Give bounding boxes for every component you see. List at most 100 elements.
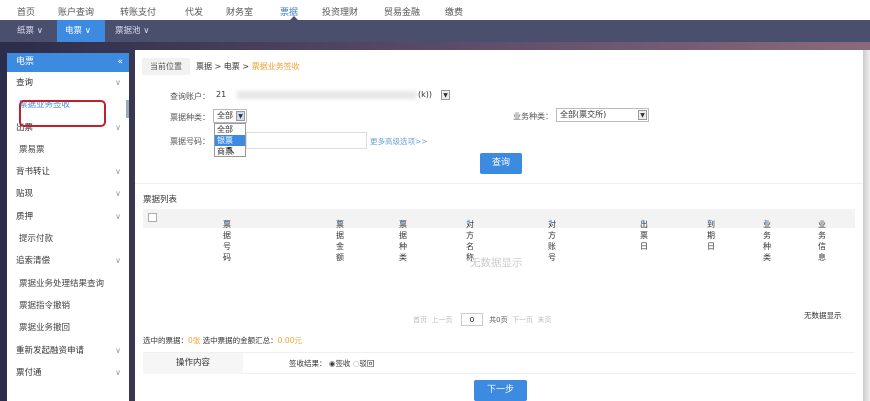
redacted-account <box>237 91 417 99</box>
breadcrumb-current: 票据业务签收 <box>251 62 300 71</box>
sidebar-item[interactable]: 质押 ∨ <box>7 206 129 228</box>
chevron-down-icon: ∨ <box>115 345 121 355</box>
biz-type-value: 全部(票交所) <box>560 110 607 119</box>
reject-label: 驳回 <box>359 359 375 368</box>
sort-icon[interactable]: ⇕ <box>223 219 228 226</box>
sidebar-title: 电票 <box>16 57 35 67</box>
bill-type-label: 票据种类： <box>170 113 210 122</box>
sort-icon[interactable]: ⇕ <box>548 219 553 226</box>
accept-label: 签收 <box>335 359 351 368</box>
account-select[interactable]: 21 (k)) ▼ <box>212 88 452 102</box>
sort-icon[interactable]: ⇕ <box>640 219 645 226</box>
nav-investment[interactable]: 投资理财 <box>322 5 358 18</box>
breadcrumb: 当前位置 票据 > 电票 > 票据业务签收 <box>142 58 300 75</box>
subnav-e-bill[interactable]: 电票 ∨ <box>57 20 105 42</box>
nav-home[interactable]: 首页 <box>17 5 35 18</box>
page-scrollbar[interactable] <box>863 50 870 401</box>
amount-label: 选中票据的金额汇总： <box>202 336 278 345</box>
nav-transfer[interactable]: 转账支付 <box>120 5 156 18</box>
subnav-bill-pool[interactable]: 票据池 ∨ <box>107 20 157 42</box>
query-button[interactable]: 查询 <box>480 153 522 174</box>
sidebar-item[interactable]: 重新发起融资申请 ∨ <box>7 340 129 362</box>
selected-label: 选中的票据： <box>143 336 188 345</box>
biz-type-select[interactable]: 全部(票交所) ▼ <box>556 108 649 122</box>
operation-title: 操作内容 <box>143 353 243 374</box>
bill-type-value: 全部 <box>217 111 233 120</box>
sidebar-item[interactable]: 票付通 ∨ <box>7 362 129 384</box>
list-title: 票据列表 <box>143 195 178 205</box>
chevron-down-icon: ▼ <box>638 110 647 120</box>
selected-count: 0张 <box>188 336 201 345</box>
sidebar-item[interactable]: 追索清偿 ∨ <box>7 250 129 272</box>
nav-account-query[interactable]: 账户查询 <box>58 5 94 18</box>
sidebar-item-label: 提示付款 <box>19 234 54 245</box>
sidebar-item-label: 贴现 <box>16 189 34 200</box>
bill-no-label: 票据号码： <box>170 137 210 146</box>
operation-row: 操作内容 签收结果： ◉签收 ○驳回 <box>143 352 855 374</box>
last-page-link[interactable]: 末页 <box>538 316 552 324</box>
sidebar-item[interactable]: 票易票 <box>7 139 129 161</box>
nav-finance[interactable]: 财务室 <box>226 5 253 18</box>
nav-payroll[interactable]: 代发 <box>185 5 203 18</box>
mouse-cursor-icon: ↖ <box>226 143 237 157</box>
sidebar-item[interactable]: 票据指令撤销 <box>7 295 129 317</box>
sidebar-item-label: 查询 <box>16 78 34 88</box>
bill-type-select[interactable]: 全部 ▼ <box>213 109 247 123</box>
sort-icon[interactable]: ⇕ <box>763 219 768 226</box>
column-header-label: 业务信息 <box>818 220 826 262</box>
chevron-down-icon: ∨ <box>115 367 121 377</box>
bill-no-input[interactable] <box>246 132 367 149</box>
breadcrumb-path[interactable]: 票据 > 电票 > <box>196 62 252 71</box>
sort-icon[interactable]: ⇕ <box>399 219 404 226</box>
sort-icon[interactable]: ⇕ <box>707 219 712 226</box>
select-all-checkbox[interactable] <box>148 213 157 222</box>
divider <box>135 183 863 184</box>
highlight-annotation <box>19 100 106 127</box>
sidebar-item-label: 重新发起融资申请 <box>16 345 85 356</box>
chevron-down-icon: ▼ <box>236 111 245 121</box>
option-all[interactable]: 全部 <box>215 124 245 135</box>
chevron-down-icon: ∨ <box>115 211 121 221</box>
next-page-link[interactable]: 下一页 <box>512 316 533 324</box>
account-label: 查询账户： <box>170 92 210 101</box>
next-step-button[interactable]: 下一步 <box>474 380 527 401</box>
chevron-down-icon: ∨ <box>115 256 121 266</box>
nav-trade-finance[interactable]: 贸易金融 <box>384 5 420 18</box>
top-nav: 首页 账户查询 转账支付 代发 财务室 票据 投资理财 贸易金融 缴费 <box>0 0 870 20</box>
chevron-down-icon: ∨ <box>115 122 121 132</box>
sidebar-item[interactable]: 票据业务撤回 <box>7 317 129 339</box>
sidebar-item-label: 票据业务处理结果查询 <box>19 278 105 289</box>
collapse-icon[interactable]: « <box>117 53 123 72</box>
first-page-link[interactable]: 首页 <box>413 316 427 324</box>
sidebar-item[interactable]: 背书转让 ∨ <box>7 161 129 183</box>
pagination: 首页 上一页 共0页 下一页 末页 <box>413 313 552 326</box>
sort-icon[interactable]: ⇕ <box>336 219 341 226</box>
chevron-down-icon: ∨ <box>115 78 121 87</box>
sub-nav: 纸票 ∨ 电票 ∨ 票据池 ∨ <box>0 20 870 42</box>
sidebar-item[interactable]: 查询 ∨ <box>7 72 129 94</box>
sidebar: 电票 « 查询 ∨ 票据业务签收 出票 ∨ 票易票 背书转让 ∨ 贴现 ∨ 质押 ∨ 提示付款 追索清偿 ∨ 票… <box>7 53 129 401</box>
sign-result-group: 签收结果： ◉签收 ○驳回 <box>289 358 374 369</box>
sidebar-item[interactable]: 票据业务处理结果查询 <box>7 273 129 295</box>
account-value: 21 <box>216 90 227 99</box>
total-pages: 共0页 <box>489 316 508 324</box>
breadcrumb-label: 当前位置 <box>142 58 190 75</box>
empty-message: 无数据显示 <box>470 257 523 269</box>
sidebar-item-label: 背书转让 <box>16 167 51 178</box>
sidebar-item[interactable]: 提示付款 <box>7 228 129 250</box>
page-input[interactable] <box>460 313 483 326</box>
sidebar-item-label: 质押 <box>16 211 34 222</box>
sort-icon[interactable]: ⇕ <box>466 219 471 226</box>
prev-page-link[interactable]: 上一页 <box>431 316 452 324</box>
sidebar-scrollbar[interactable] <box>126 100 129 118</box>
sidebar-header: 电票 « <box>7 53 129 72</box>
sidebar-item-label: 票付通 <box>16 367 42 378</box>
advanced-options-link[interactable]: 更多高级选项>> <box>370 136 428 147</box>
sidebar-item[interactable]: 贴现 ∨ <box>7 183 129 205</box>
sidebar-item-label: 票据指令撤销 <box>19 300 71 311</box>
nav-payment[interactable]: 缴费 <box>445 5 463 18</box>
sidebar-item-label: 票易票 <box>19 144 45 155</box>
subnav-paper-bill[interactable]: 纸票 ∨ <box>9 20 51 42</box>
sidebar-item-label: 追索清偿 <box>16 256 51 267</box>
account-suffix: (k)) <box>418 90 432 99</box>
